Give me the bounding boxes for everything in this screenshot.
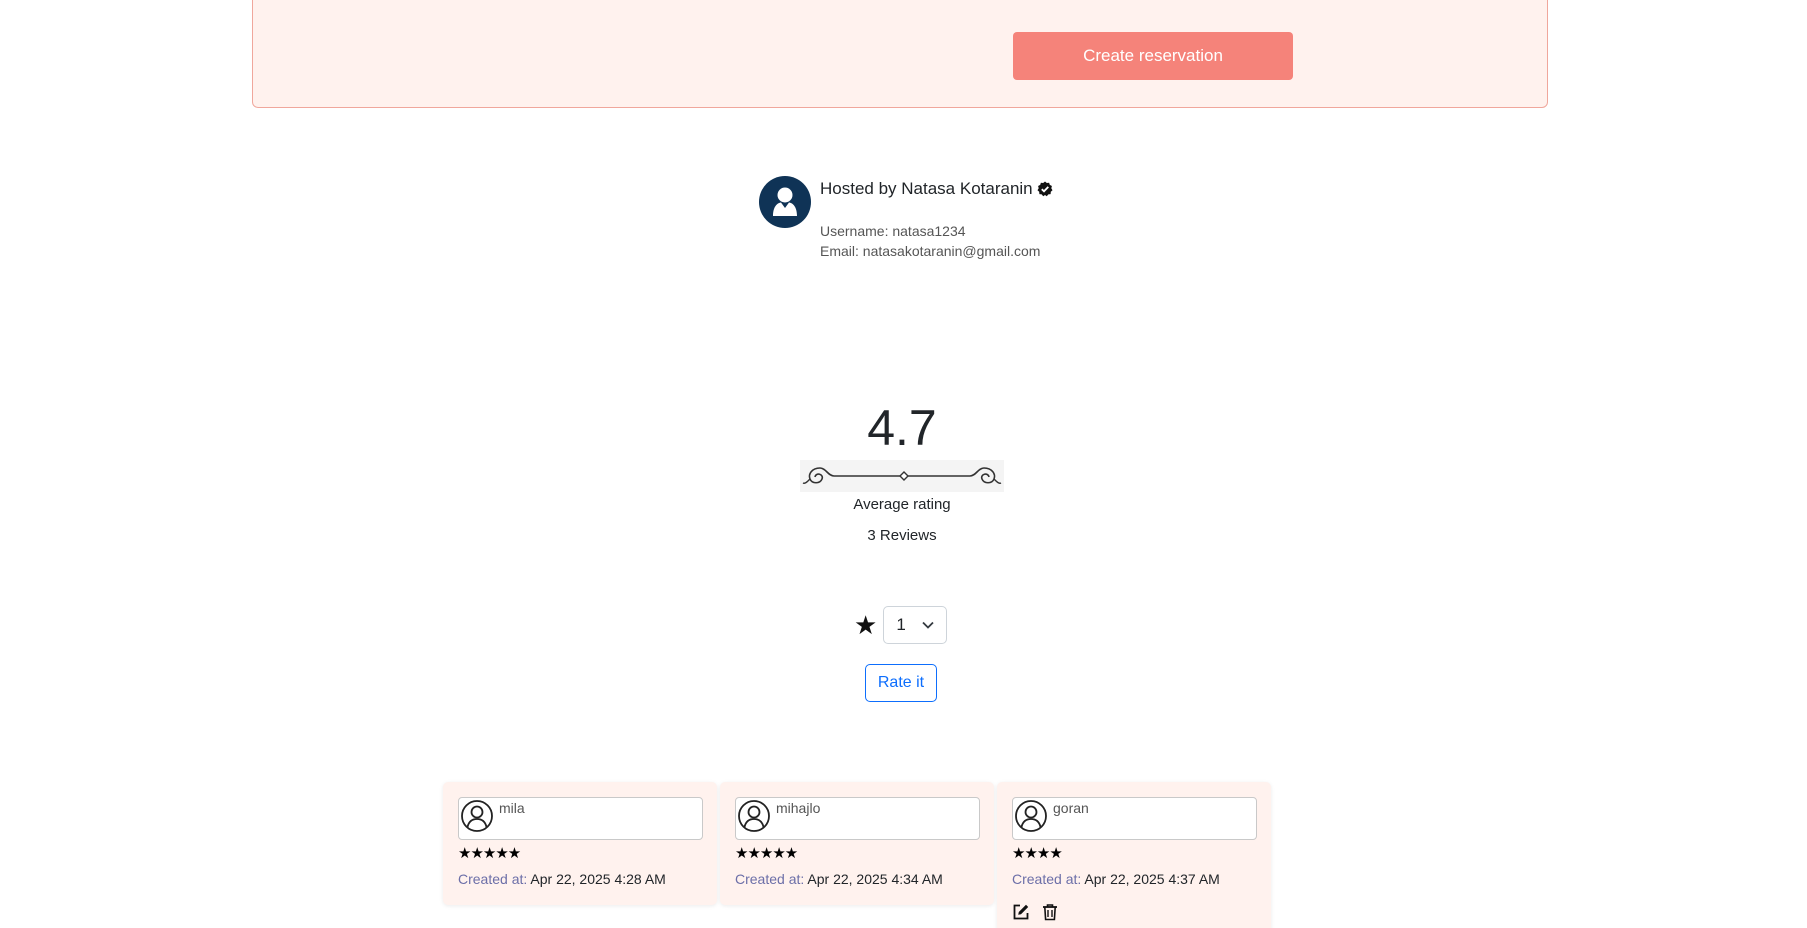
rating-select-value: 1 <box>896 615 906 634</box>
review-stars: ★★★★★ <box>735 845 798 862</box>
host-title-text: Hosted by Natasa Kotaranin <box>820 179 1033 198</box>
review-user-box: goran <box>1012 797 1257 840</box>
created-at-value: Apr 22, 2025 4:28 AM <box>530 871 666 887</box>
star-icon: ★ <box>854 609 878 640</box>
user-circle-icon <box>1015 800 1047 832</box>
user-avatar-icon <box>759 176 811 228</box>
host-title: Hosted by Natasa Kotaranin <box>820 179 1053 199</box>
rating-select[interactable]: 1 <box>883 606 948 644</box>
user-circle-icon <box>461 800 493 832</box>
review-created-at: Created at: Apr 22, 2025 4:37 AM <box>1012 871 1220 887</box>
rate-it-button[interactable]: Rate it <box>865 664 937 702</box>
review-created-at: Created at: Apr 22, 2025 4:34 AM <box>735 871 943 887</box>
review-card: goran ★★★★ Created at: Apr 22, 2025 4:37… <box>997 782 1271 928</box>
review-card: mihajlo ★★★★★ Created at: Apr 22, 2025 4… <box>720 782 994 905</box>
review-stars: ★★★★★ <box>458 845 521 862</box>
review-user-box: mihajlo <box>735 797 980 840</box>
divider-ornament <box>800 460 1004 492</box>
chevron-down-icon <box>922 621 934 629</box>
host-meta: Username: natasa1234 Email: natasakotara… <box>820 221 1040 261</box>
created-at-value: Apr 22, 2025 4:37 AM <box>1084 871 1220 887</box>
reservation-panel: Create reservation <box>252 0 1548 108</box>
review-card: mila ★★★★★ Created at: Apr 22, 2025 4:28… <box>443 782 717 905</box>
average-rating-label: Average rating <box>853 496 951 513</box>
rate-form: ★ 1 <box>854 606 948 644</box>
user-circle-icon <box>738 800 770 832</box>
edit-icon[interactable] <box>1012 903 1030 921</box>
review-actions <box>1012 903 1058 921</box>
review-username: goran <box>1053 800 1089 816</box>
review-created-at: Created at: Apr 22, 2025 4:28 AM <box>458 871 666 887</box>
review-user-box: mila <box>458 797 703 840</box>
host-email: Email: natasakotaranin@gmail.com <box>820 243 1041 259</box>
average-rating-value: 4.7 <box>867 400 937 456</box>
rating-summary: 4.7 Average rating 3 Reviews <box>800 396 1004 544</box>
review-stars: ★★★★ <box>1012 845 1063 862</box>
trash-icon[interactable] <box>1042 903 1058 921</box>
review-username: mila <box>499 800 525 816</box>
created-at-label: Created at: <box>1012 871 1082 887</box>
verified-badge-icon <box>1037 181 1053 197</box>
review-username: mihajlo <box>776 800 821 816</box>
created-at-label: Created at: <box>735 871 805 887</box>
create-reservation-button[interactable]: Create reservation <box>1013 32 1293 80</box>
created-at-label: Created at: <box>458 871 528 887</box>
created-at-value: Apr 22, 2025 4:34 AM <box>807 871 943 887</box>
host-username: Username: natasa1234 <box>820 223 966 239</box>
reviews-count: 3 Reviews <box>867 527 937 544</box>
